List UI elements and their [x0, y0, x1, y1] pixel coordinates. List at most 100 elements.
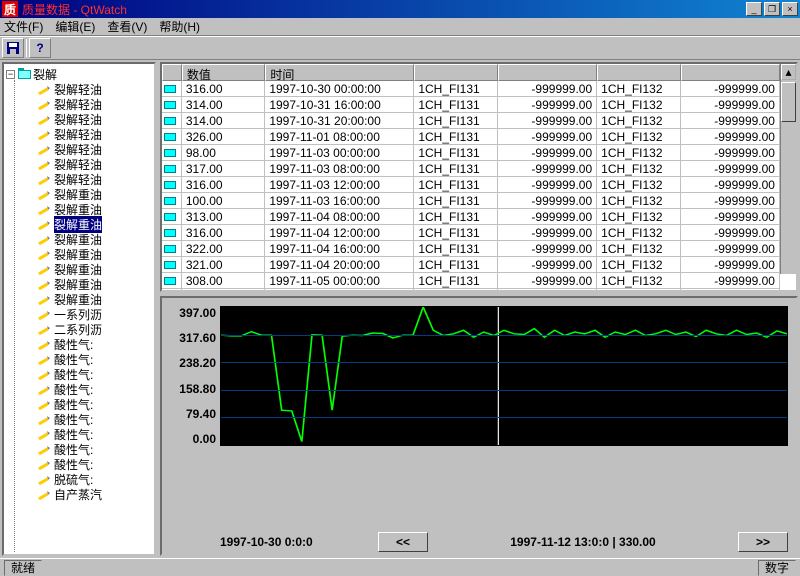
close-button[interactable]: ×	[782, 2, 798, 16]
table-row[interactable]: 313.001997-11-04 08:00:001CH_FI131-99999…	[162, 209, 780, 225]
tree-item[interactable]: 裂解重油	[4, 247, 154, 262]
toolbar: ?	[0, 36, 800, 60]
tree-item[interactable]: 酸性气:	[4, 352, 154, 367]
grid-header-cell[interactable]	[414, 64, 497, 81]
pencil-icon	[38, 459, 52, 471]
grid-header: 数值时间	[162, 64, 780, 81]
pencil-icon	[38, 324, 52, 336]
chart-plot[interactable]	[220, 306, 788, 446]
tree-item[interactable]: 裂解轻油	[4, 142, 154, 157]
pencil-icon	[38, 414, 52, 426]
tree-item-label: 自产蒸汽	[54, 486, 102, 503]
tree-item[interactable]: 酸性气:	[4, 412, 154, 427]
help-button[interactable]: ?	[29, 38, 51, 58]
chart-ytick: 397.00	[179, 306, 216, 320]
pencil-icon	[38, 159, 52, 171]
row-icon	[162, 114, 178, 128]
grid-scrollbar[interactable]: ▴	[780, 64, 796, 274]
tree-item[interactable]: 裂解重油	[4, 217, 154, 232]
tree-item[interactable]: 裂解重油	[4, 292, 154, 307]
menu-file[interactable]: 文件(F)	[4, 18, 43, 35]
table-row[interactable]: 326.001997-11-01 08:00:001CH_FI131-99999…	[162, 129, 780, 145]
tree-item[interactable]: 裂解重油	[4, 202, 154, 217]
pencil-icon	[38, 309, 52, 321]
row-icon	[162, 98, 178, 112]
chart-prev-button[interactable]: <<	[378, 532, 428, 552]
tree-item[interactable]: 裂解重油	[4, 187, 154, 202]
tree-item[interactable]: 酸性气:	[4, 337, 154, 352]
row-icon	[162, 242, 178, 256]
tree-item[interactable]: 酸性气:	[4, 397, 154, 412]
grid-header-cell[interactable]	[681, 64, 780, 81]
pencil-icon	[38, 114, 52, 126]
tree-item[interactable]: 裂解轻油	[4, 97, 154, 112]
row-icon	[162, 274, 178, 288]
tree-item[interactable]: 裂解轻油	[4, 127, 154, 142]
collapse-icon[interactable]: −	[6, 70, 15, 79]
minimize-button[interactable]: _	[746, 2, 762, 16]
table-row[interactable]: 308.001997-11-05 00:00:001CH_FI131-99999…	[162, 273, 780, 289]
pencil-icon	[38, 444, 52, 456]
pencil-icon	[38, 189, 52, 201]
pencil-icon	[38, 294, 52, 306]
pencil-icon	[38, 339, 52, 351]
grid-header-cell[interactable]	[597, 64, 680, 81]
folder-icon	[17, 67, 33, 81]
grid-header-cell[interactable]: 数值	[182, 64, 265, 81]
chart-panel: 397.00317.60238.20158.8079.400.00 1997-1…	[160, 296, 798, 556]
table-row[interactable]: 316.001997-11-04 12:00:001CH_FI131-99999…	[162, 225, 780, 241]
pencil-icon	[38, 264, 52, 276]
chart-next-button[interactable]: >>	[738, 532, 788, 552]
grid-header-cell[interactable]: 时间	[265, 64, 414, 81]
menu-view[interactable]: 查看(V)	[107, 18, 147, 35]
grid-header-cell[interactable]	[498, 64, 597, 81]
pencil-icon	[38, 84, 52, 96]
table-row[interactable]: 98.001997-11-03 00:00:001CH_FI131-999999…	[162, 145, 780, 161]
table-row[interactable]: 100.001997-11-03 16:00:001CH_FI131-99999…	[162, 193, 780, 209]
tree-item[interactable]: 酸性气:	[4, 442, 154, 457]
tree-item[interactable]: 酸性气:	[4, 382, 154, 397]
table-row[interactable]: 316.001997-11-05 08:00:001CH_FI131-99999…	[162, 289, 780, 290]
save-button[interactable]	[2, 38, 24, 58]
tree-item[interactable]: 酸性气:	[4, 367, 154, 382]
maximize-button[interactable]: ❐	[764, 2, 780, 16]
row-icon	[162, 194, 178, 208]
tree-item[interactable]: 二系列沥	[4, 322, 154, 337]
tree-item[interactable]: 酸性气:	[4, 457, 154, 472]
pencil-icon	[38, 279, 52, 291]
table-row[interactable]: 317.001997-11-03 08:00:001CH_FI131-99999…	[162, 161, 780, 177]
tree-item[interactable]: 裂解轻油	[4, 157, 154, 172]
tree-item[interactable]: 裂解轻油	[4, 172, 154, 187]
table-row[interactable]: 316.001997-11-03 12:00:001CH_FI131-99999…	[162, 177, 780, 193]
tree-root[interactable]: − 裂解	[4, 66, 154, 82]
row-icon	[162, 146, 178, 160]
floppy-icon	[6, 41, 20, 55]
tree-item[interactable]: 脱硫气:	[4, 472, 154, 487]
row-icon	[162, 178, 178, 192]
tree-item[interactable]: 裂解轻油	[4, 82, 154, 97]
tree-item[interactable]: 裂解重油	[4, 262, 154, 277]
pencil-icon	[38, 489, 52, 501]
tree-item[interactable]: 一系列沥	[4, 307, 154, 322]
app-logo: 质	[2, 1, 18, 17]
pencil-icon	[38, 429, 52, 441]
chart-line-series	[221, 307, 787, 442]
table-row[interactable]: 321.001997-11-04 20:00:001CH_FI131-99999…	[162, 257, 780, 273]
tree-item[interactable]: 裂解重油	[4, 232, 154, 247]
chart-x-start: 1997-10-30 0:0:0	[220, 535, 370, 549]
tree-item[interactable]: 自产蒸汽	[4, 487, 154, 502]
table-row[interactable]: 314.001997-10-31 20:00:001CH_FI131-99999…	[162, 113, 780, 129]
table-row[interactable]: 322.001997-11-04 16:00:001CH_FI131-99999…	[162, 241, 780, 257]
menu-edit[interactable]: 编辑(E)	[55, 18, 95, 35]
row-icon	[162, 210, 178, 224]
chart-ytick: 79.40	[186, 407, 216, 421]
tree-item[interactable]: 裂解重油	[4, 277, 154, 292]
chart-ytick: 158.80	[179, 382, 216, 396]
tree-item[interactable]: 裂解轻油	[4, 112, 154, 127]
tree-item[interactable]: 酸性气:	[4, 427, 154, 442]
table-row[interactable]: 316.001997-10-30 00:00:001CH_FI131-99999…	[162, 81, 780, 97]
data-grid: 数值时间316.001997-10-30 00:00:001CH_FI131-9…	[160, 62, 798, 292]
table-row[interactable]: 314.001997-10-31 16:00:001CH_FI131-99999…	[162, 97, 780, 113]
row-icon	[162, 258, 178, 272]
menu-help[interactable]: 帮助(H)	[159, 18, 200, 35]
